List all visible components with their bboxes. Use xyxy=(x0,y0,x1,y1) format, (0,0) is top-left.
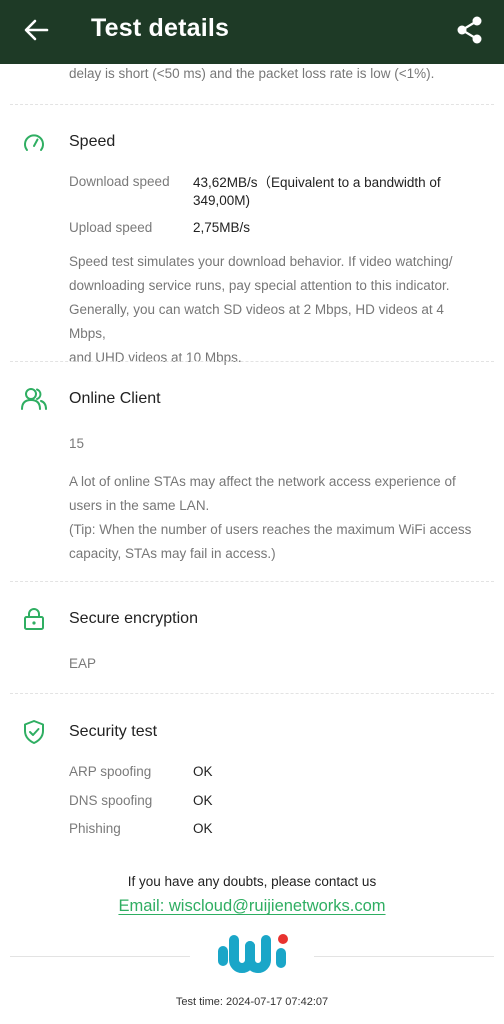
online-client-description: A lot of online STAs may affect the netw… xyxy=(69,470,484,566)
test-time: Test time: 2024-07-17 07:42:07 xyxy=(175,996,329,1008)
speed-description: Speed test simulates your download behav… xyxy=(69,250,484,370)
upload-speed-label: Upload speed xyxy=(69,220,153,235)
app-bar: Test details xyxy=(0,0,504,64)
back-button[interactable] xyxy=(20,16,52,44)
email-link[interactable]: Email: wiscloud@ruijienetworks.com xyxy=(118,897,385,915)
security-test-section-title: Security test xyxy=(69,723,158,740)
divider xyxy=(10,956,190,957)
phishing-label: Phishing xyxy=(69,821,121,836)
users-icon xyxy=(20,385,48,413)
speed-description-line: and UHD videos at 10 Mbps. xyxy=(69,350,242,365)
divider xyxy=(314,956,494,957)
online-client-description-line: capacity, STAs may fail in access.) xyxy=(69,546,276,561)
arp-spoofing-label: ARP spoofing xyxy=(69,764,152,779)
encryption-value: EAP xyxy=(69,656,97,671)
online-client-description-line: users in the same LAN. xyxy=(69,498,210,513)
dns-spoofing-value: OK xyxy=(193,793,213,808)
arp-spoofing-value: OK xyxy=(193,764,213,779)
contact-text: If you have any doubts, please contact u… xyxy=(127,874,377,889)
phishing-value: OK xyxy=(193,821,213,836)
online-client-count: 15 xyxy=(69,436,85,451)
wiscloud-logo xyxy=(216,932,292,978)
online-client-description-line: A lot of online STAs may affect the netw… xyxy=(69,474,456,489)
arrow-left-icon xyxy=(24,19,49,41)
share-icon xyxy=(457,16,482,44)
lock-icon xyxy=(20,605,48,633)
online-client-section-title: Online Client xyxy=(69,390,161,407)
speed-description-line: Speed test simulates your download behav… xyxy=(69,254,453,269)
previous-section-text: delay is short (<50 ms) and the packet l… xyxy=(69,66,435,81)
download-speed-value-line1: 43,62MB/s（Equivalent to a bandwidth of xyxy=(193,175,441,190)
speed-description-line: downloading service runs, pay special at… xyxy=(69,278,450,293)
divider xyxy=(10,104,494,105)
email-link-container: Email: wiscloud@ruijienetworks.com xyxy=(0,897,504,916)
share-button[interactable] xyxy=(452,12,488,48)
dns-spoofing-label: DNS spoofing xyxy=(69,793,153,808)
divider xyxy=(10,361,494,362)
download-speed-value-line2: 349,00M) xyxy=(193,193,251,208)
speedometer-icon xyxy=(20,129,48,157)
shield-check-icon xyxy=(20,718,48,746)
secure-encryption-section-title: Secure encryption xyxy=(69,610,198,627)
speed-description-line: Generally, you can watch SD videos at 2 … xyxy=(69,302,444,341)
upload-speed-value: 2,75MB/s xyxy=(193,220,251,235)
download-speed-value: 43,62MB/s（Equivalent to a bandwidth of 3… xyxy=(193,174,483,210)
online-client-description-line: (Tip: When the number of users reaches t… xyxy=(69,522,472,537)
divider xyxy=(10,693,494,694)
divider xyxy=(10,581,494,582)
speed-section-title: Speed xyxy=(69,133,116,150)
page-title: Test details xyxy=(91,14,230,42)
download-speed-label: Download speed xyxy=(69,174,170,189)
